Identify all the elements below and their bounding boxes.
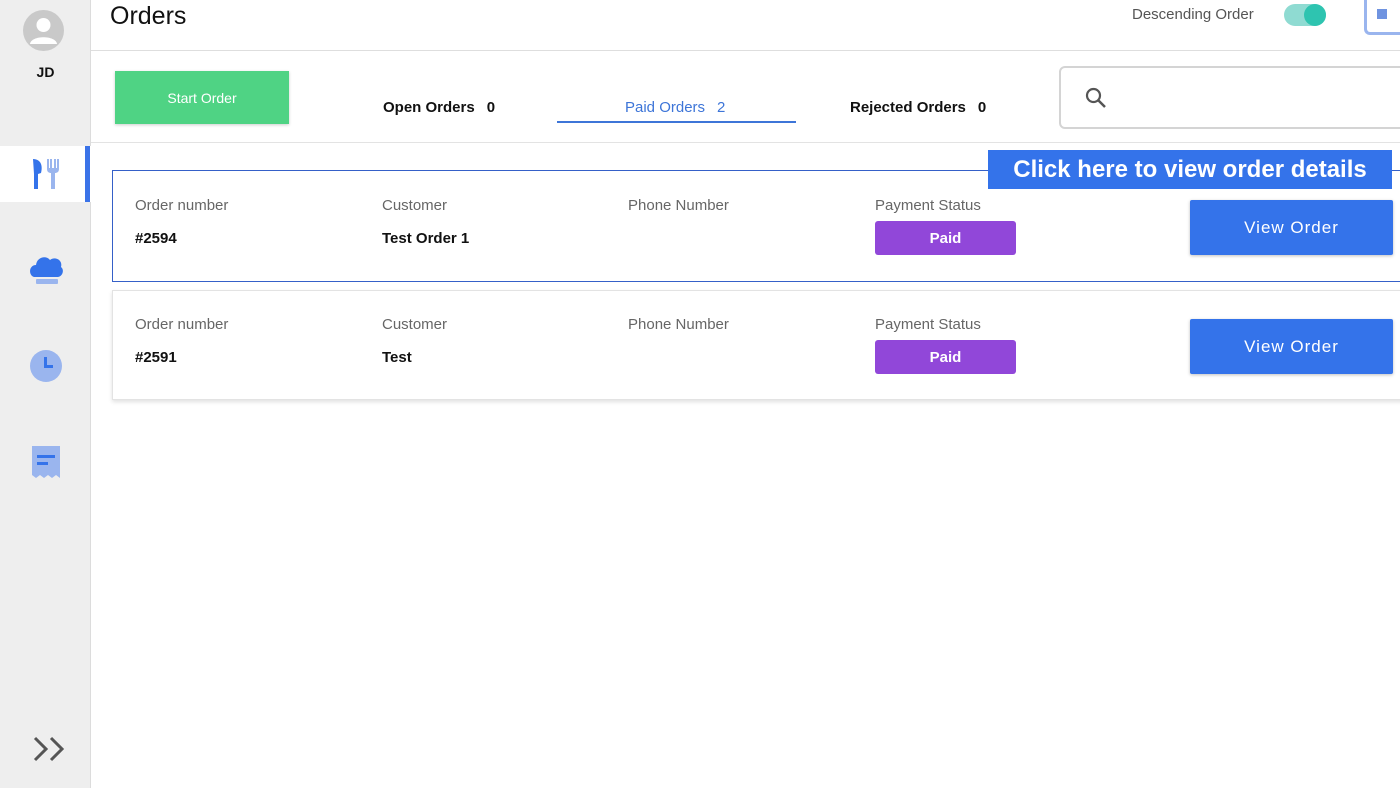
status-badge: Paid [875, 221, 1016, 255]
tab-label: Rejected Orders [850, 99, 966, 116]
search-box[interactable] [1059, 66, 1400, 129]
payment-status-label: Payment Status [875, 316, 981, 333]
customer-label: Customer [382, 197, 448, 214]
customer-label: Customer [382, 316, 448, 333]
toolbar-divider [91, 142, 1400, 143]
order-number-value: #2591 [135, 349, 177, 366]
order-card[interactable]: Order number #2591 Customer Test Phone N… [112, 290, 1400, 400]
tab-open-orders[interactable]: Open Orders 0 [383, 99, 495, 116]
phone-label: Phone Number [628, 316, 729, 333]
tab-count: 0 [486, 99, 496, 116]
tab-rejected-orders[interactable]: Rejected Orders 0 [850, 99, 986, 116]
nav-item-menu[interactable] [0, 146, 91, 202]
nav-item-receipts[interactable] [0, 434, 91, 490]
double-chevron-right-icon[interactable] [32, 735, 68, 768]
search-input[interactable] [1121, 82, 1391, 114]
nav-item-history[interactable] [0, 338, 91, 394]
receipt-icon [31, 446, 60, 478]
status-badge: Paid [875, 340, 1016, 374]
payment-status-label: Payment Status [875, 197, 981, 214]
order-number-label: Order number [135, 316, 229, 333]
page-title: Orders [110, 2, 187, 30]
toggle-knob [1304, 4, 1326, 26]
tab-label: Open Orders [383, 99, 475, 116]
view-order-button[interactable]: View Order [1190, 200, 1393, 255]
clock-icon [29, 350, 62, 382]
sidebar: JD [0, 0, 91, 788]
phone-label: Phone Number [628, 197, 729, 214]
active-tab-indicator [557, 121, 796, 123]
tab-count: 2 [717, 99, 726, 116]
tutorial-callout: Click here to view order details [988, 150, 1392, 189]
nav-item-kitchen[interactable] [0, 242, 91, 298]
header-divider [91, 50, 1400, 51]
user-initials: JD [36, 64, 55, 80]
order-number-label: Order number [135, 197, 229, 214]
descending-order-toggle[interactable] [1284, 4, 1326, 26]
restaurant-icon [32, 159, 59, 189]
tab-paid-orders[interactable]: Paid Orders 2 [625, 99, 725, 116]
view-order-button[interactable]: View Order [1190, 319, 1393, 374]
layout-icon[interactable] [1364, 0, 1400, 35]
sort-order-label: Descending Order [1132, 6, 1254, 23]
tab-label: Paid Orders [625, 99, 706, 116]
chef-hat-icon [29, 257, 63, 284]
order-number-value: #2594 [135, 230, 177, 247]
avatar[interactable] [23, 10, 64, 51]
search-icon [1085, 87, 1107, 114]
start-order-button[interactable]: Start Order [115, 71, 289, 124]
user-icon [30, 18, 57, 44]
customer-value: Test Order 1 [382, 230, 470, 247]
customer-value: Test [382, 349, 412, 366]
tab-count: 0 [977, 99, 987, 116]
